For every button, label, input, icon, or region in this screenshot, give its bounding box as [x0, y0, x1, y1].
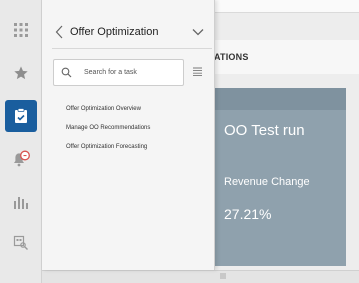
task-item-offer-optimization-forecasting[interactable]: Offer Optimization Forecasting [66, 138, 211, 157]
search-people-icon[interactable] [5, 227, 37, 259]
search-placeholder: Search for a task [84, 69, 137, 76]
metric-value: 27.21% [224, 206, 272, 222]
metric-label: Revenue Change [224, 176, 310, 188]
task-search-input[interactable]: Search for a task [53, 59, 184, 86]
page-heading: ATIONS [214, 52, 249, 62]
back-chevron-icon[interactable] [52, 22, 66, 42]
nav-title: Offer Optimization [70, 26, 159, 38]
task-clipboard-icon[interactable] [5, 100, 37, 132]
card-header-band [214, 88, 346, 110]
navigation-panel: Offer Optimization Search for a task Off… [42, 0, 215, 270]
chevron-down-icon[interactable] [190, 24, 206, 40]
run-summary-card[interactable]: OO Test run Revenue Change 27.21% [214, 88, 346, 266]
task-item-offer-optimization-overview[interactable]: Offer Optimization Overview [66, 100, 211, 119]
task-list: Offer Optimization Overview Manage OO Re… [66, 100, 211, 157]
card-title: OO Test run [224, 122, 305, 139]
resize-handle-icon[interactable] [218, 272, 228, 280]
analytics-bar-chart-icon[interactable] [5, 186, 37, 218]
star-icon[interactable] [5, 57, 37, 89]
apps-grid-icon[interactable] [5, 14, 37, 46]
nav-header: Offer Optimization [52, 18, 212, 46]
search-icon [54, 60, 78, 85]
nav-divider [52, 48, 212, 49]
main-top-bar [214, 0, 359, 13]
notification-bell-icon[interactable] [5, 143, 37, 175]
bottom-bar [42, 270, 359, 283]
task-item-manage-oo-recommendations[interactable]: Manage OO Recommendations [66, 119, 211, 138]
app-frame: ATIONS OO Test run Revenue Change 27.21%… [0, 0, 359, 283]
icon-rail [0, 0, 42, 283]
list-view-icon[interactable] [190, 63, 204, 79]
